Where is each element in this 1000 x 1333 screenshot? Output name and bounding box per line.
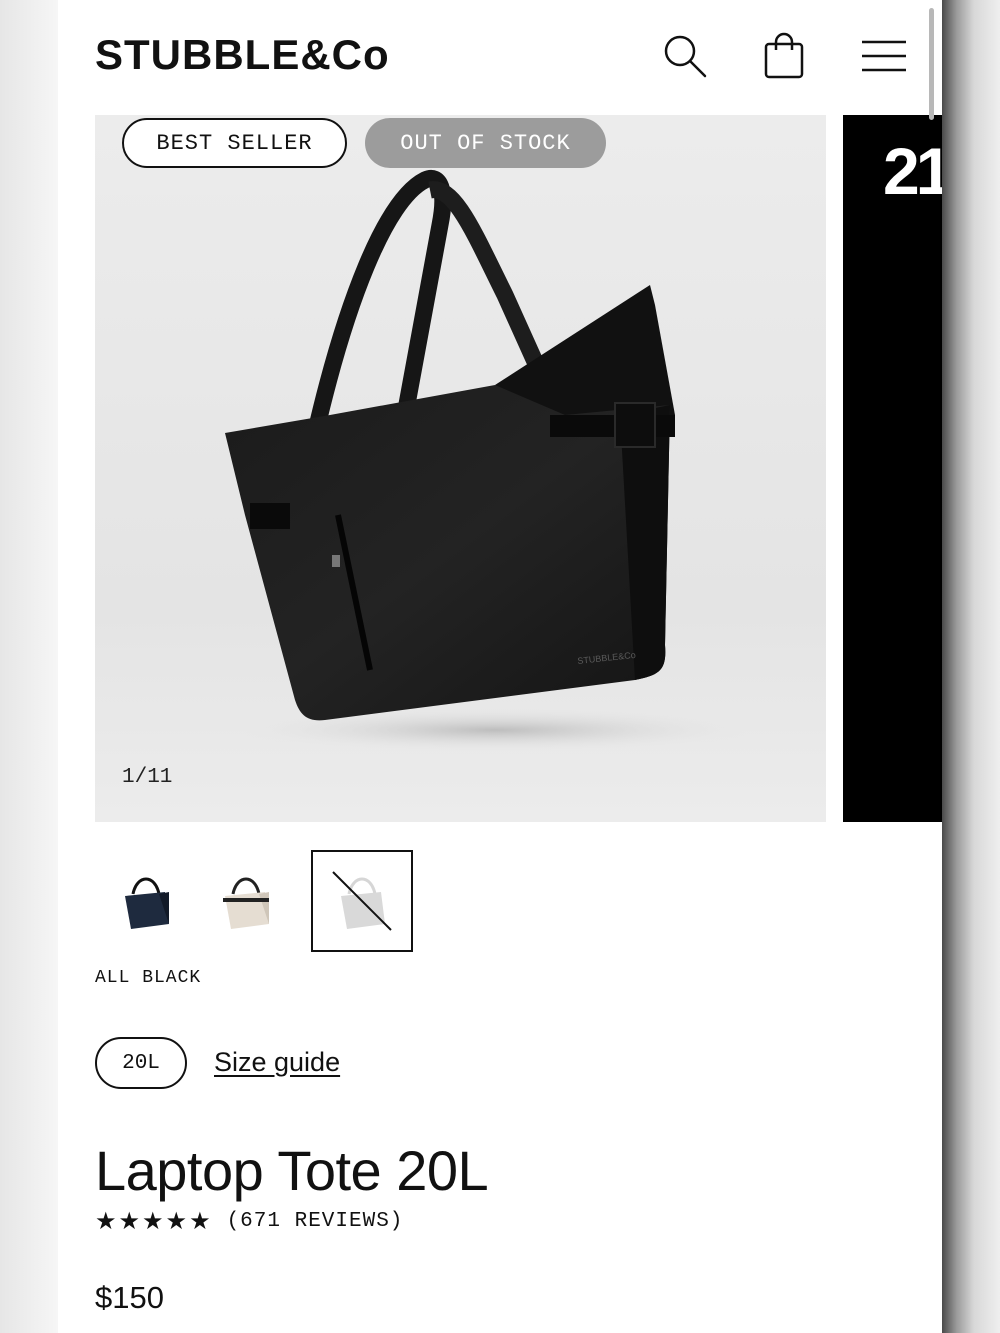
swatch-sand[interactable] (195, 850, 297, 952)
tote-bag-illustration: STUBBLE&Co (225, 170, 755, 752)
next-preview-text: 21 (883, 134, 942, 208)
product-title: Laptop Tote 20L (95, 1139, 489, 1202)
image-counter: 1/11 (122, 766, 173, 789)
scrollbar[interactable] (929, 8, 934, 120)
left-backdrop (0, 0, 58, 1333)
navy-tote-thumbnail-icon (125, 877, 169, 929)
product-image-next-preview[interactable]: 21 (843, 115, 942, 822)
brand-logo[interactable]: STUBBLE&Co (95, 34, 390, 76)
right-backdrop (942, 0, 1000, 1333)
rating-row: ★★★★★ (671 REVIEWS) (95, 1207, 403, 1235)
swatch-navy[interactable] (95, 850, 197, 952)
product-price: $150 (95, 1280, 164, 1315)
selected-color-label: ALL BLACK (95, 968, 202, 988)
swatch-all-black[interactable] (311, 850, 413, 952)
unavailable-tote-thumbnail-icon (332, 871, 392, 931)
product-image-main[interactable]: STUBBLE&Co (95, 115, 826, 822)
sand-tote-thumbnail-icon (223, 877, 269, 929)
best-seller-badge: BEST SELLER (122, 118, 347, 168)
reviews-link[interactable]: (671 REVIEWS) (227, 1210, 404, 1233)
size-option-20l[interactable]: 20L (95, 1037, 187, 1089)
search-icon[interactable] (657, 28, 713, 84)
shopping-bag-icon[interactable] (756, 28, 812, 84)
star-rating-icon: ★★★★★ (95, 1207, 213, 1235)
size-guide-link[interactable]: Size guide (214, 1047, 340, 1078)
out-of-stock-badge: OUT OF STOCK (365, 118, 606, 168)
hamburger-menu-icon[interactable] (856, 28, 912, 84)
product-page: STUBBLE&Co STUBBLE&Co 21 BEST SELLER OUT… (58, 0, 942, 1333)
